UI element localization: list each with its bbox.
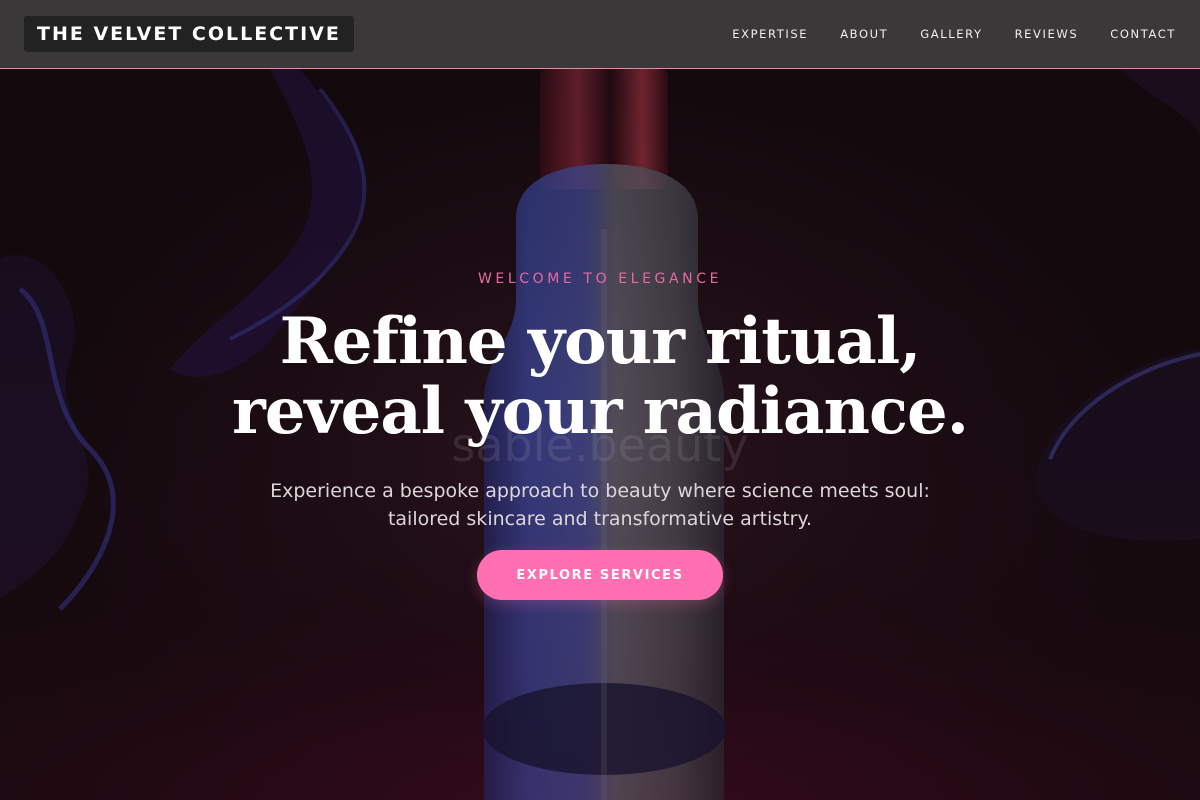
brand-logo[interactable]: THE VELVET COLLECTIVE [24,16,354,52]
nav-link-about[interactable]: ABOUT [840,27,888,41]
hero-subtitle: Experience a bespoke approach to beauty … [270,480,930,530]
nav-link-gallery[interactable]: GALLERY [920,27,982,41]
site-header: THE VELVET COLLECTIVE EXPERTISE ABOUT GA… [0,0,1200,69]
hero-title: Refine your ritual, reveal your radiance… [0,307,1200,447]
nav-link-expertise[interactable]: EXPERTISE [732,27,808,41]
hero-title-line-2: reveal your radiance. [231,374,969,449]
explore-services-button[interactable]: EXPLORE SERVICES [477,550,723,600]
main-nav: EXPERTISE ABOUT GALLERY REVIEWS CONTACT [700,0,1176,68]
hero-eyebrow: WELCOME TO ELEGANCE [477,271,723,287]
hero-title-line-1: Refine your ritual, [279,304,922,379]
nav-link-contact[interactable]: CONTACT [1110,27,1176,41]
nav-link-reviews[interactable]: REVIEWS [1015,27,1079,41]
hero-section: sable.beauty WELCOME TO ELEGANCE Refine … [0,69,1200,800]
